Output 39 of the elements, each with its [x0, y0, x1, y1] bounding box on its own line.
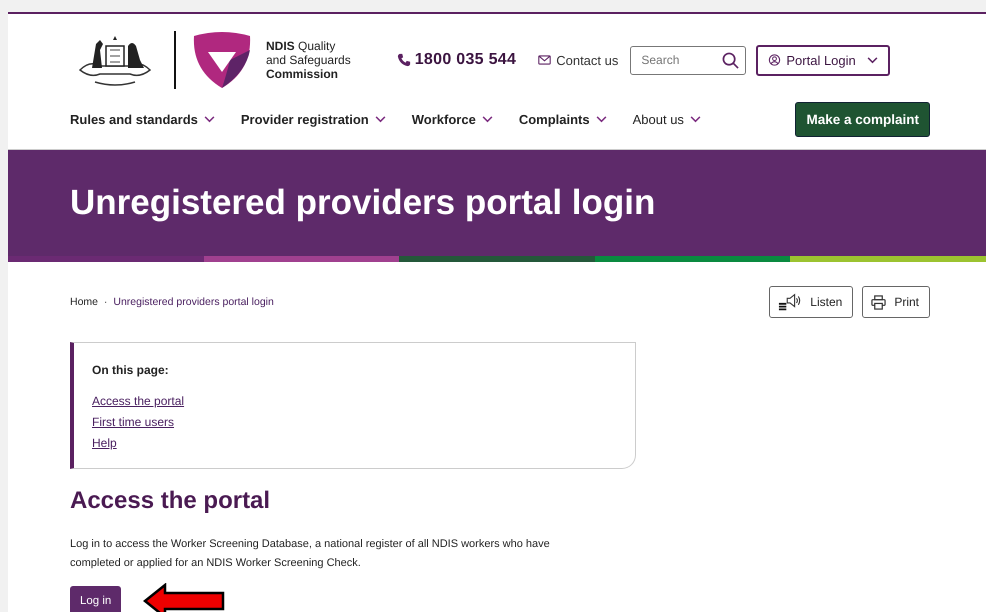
chevron-icon — [204, 116, 215, 123]
contact-link[interactable]: Contact us — [538, 52, 618, 68]
chevron-icon — [690, 116, 701, 123]
page-anchor-link[interactable]: First time users — [92, 412, 174, 433]
nav-menu-item[interactable]: Rules and standards — [70, 112, 215, 127]
section-paragraph: Log in to access the Worker Screening Database, a national register of all NDIS workers who have completed or applied for an NDIS Worker Screening Check. — [70, 537, 551, 571]
user-icon — [768, 54, 782, 66]
breadcrumb-link[interactable]: Unregistered providers portal login — [113, 296, 274, 308]
logo-text: and Safeguards — [266, 53, 351, 67]
chevron-icon — [866, 56, 878, 64]
page-anchor-link[interactable]: Help — [92, 433, 117, 454]
arrow-icon — [143, 583, 226, 612]
panel-heading: On this page: — [92, 363, 169, 377]
make-complaint-button[interactable]: Make a complaint — [795, 102, 930, 137]
nav-menu-item[interactable]: About us — [632, 112, 701, 127]
listen-button[interactable]: Listen — [769, 286, 854, 318]
chevron-icon — [482, 116, 493, 123]
chevron-icon — [596, 116, 607, 123]
nav-menu-item[interactable]: Complaints — [518, 112, 607, 127]
printer-icon — [871, 294, 886, 310]
breadcrumb-separator: · — [104, 296, 108, 308]
section-heading: Access the portal — [70, 487, 272, 515]
logo-text: NDIS Quality — [266, 39, 336, 53]
phone-icon — [396, 53, 411, 67]
speaker-icon — [778, 293, 802, 311]
print-button[interactable]: Print — [862, 286, 930, 318]
nav-menu-item[interactable]: Workforce — [412, 112, 493, 127]
search-field[interactable]: Search — [630, 46, 746, 74]
portal-login-button[interactable]: Portal Login — [756, 44, 890, 76]
chevron-icon — [374, 116, 386, 123]
log-in-button[interactable]: Log in — [70, 586, 122, 612]
page-title: Unregistered providers portal login — [70, 183, 656, 223]
search-icon — [722, 52, 740, 68]
nav-menu-item[interactable]: Provider registration — [240, 112, 386, 127]
breadcrumb-link[interactable]: Home — [70, 296, 98, 308]
logo-text: Commission — [266, 67, 340, 81]
phone-link[interactable]: 1800 035 544 — [396, 51, 516, 69]
page-anchor-link[interactable]: Access the portal — [92, 391, 184, 412]
mail-icon — [538, 54, 552, 66]
